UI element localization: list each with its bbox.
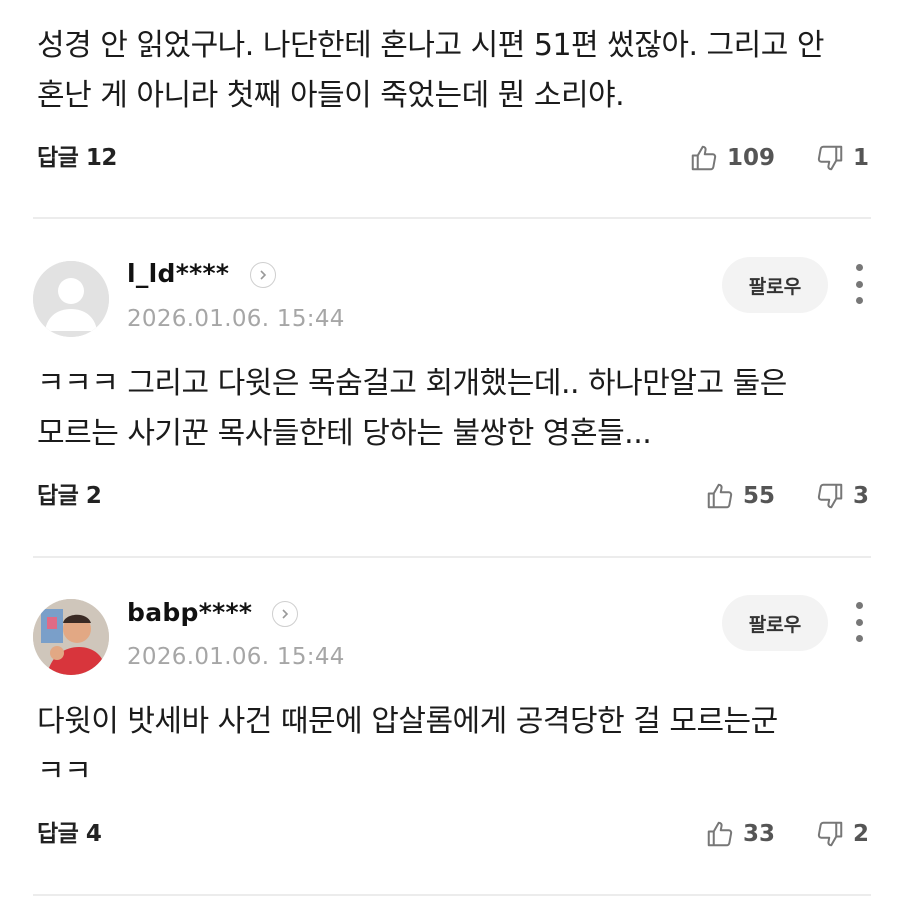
dislike-button[interactable]: 2: [815, 814, 869, 854]
comment-divider: [33, 217, 871, 219]
reply-button[interactable]: 답글 2: [37, 476, 102, 516]
like-button[interactable]: 33: [705, 814, 775, 854]
avatar[interactable]: [33, 599, 109, 675]
thumbs-up-icon: [689, 143, 719, 173]
chevron-right-icon[interactable]: [250, 262, 276, 288]
username[interactable]: babp****: [127, 598, 252, 627]
reply-button[interactable]: 답글 4: [37, 814, 102, 854]
thumbs-down-icon: [815, 819, 845, 849]
comment-footer: 답글 2 55 3: [37, 476, 870, 516]
comment-date: 2026.01.06. 15:44: [127, 644, 345, 670]
more-vertical-icon[interactable]: [852, 264, 866, 304]
comment-divider: [33, 894, 871, 896]
avatar[interactable]: [33, 261, 109, 337]
like-count: 55: [743, 483, 776, 509]
comment-text: 다윗이 밧세바 사건 때문에 압살롬에게 공격당한 걸 모르는군 ㅋㅋ: [37, 704, 778, 789]
like-button[interactable]: 55: [705, 476, 775, 516]
comment-date: 2026.01.06. 15:44: [127, 306, 345, 332]
thumbs-up-icon: [705, 819, 735, 849]
like-count: 33: [743, 821, 776, 847]
thumbs-down-icon: [815, 143, 845, 173]
thumbs-down-icon: [815, 481, 845, 511]
default-avatar-icon: [33, 261, 109, 337]
like-count: 109: [727, 145, 776, 171]
comment-divider: [33, 556, 871, 558]
dislike-count: 2: [853, 821, 870, 847]
username[interactable]: l_ld****: [127, 259, 229, 288]
follow-button[interactable]: 팔로우: [722, 257, 828, 313]
comment-text: ㅋㅋㅋ 그리고 다윗은 목숨걸고 회개했는데.. 하나만알고 둘은 모르는 사기…: [37, 366, 787, 451]
more-vertical-icon[interactable]: [852, 602, 866, 642]
follow-button[interactable]: 팔로우: [722, 595, 828, 651]
chevron-right-icon[interactable]: [272, 601, 298, 627]
reply-button[interactable]: 답글 12: [37, 138, 117, 178]
dislike-button[interactable]: 3: [815, 476, 869, 516]
comment-footer: 답글 12 109 1: [37, 138, 870, 178]
comment-text: 성경 안 읽었구나. 나단한테 혼나고 시편 51편 썼잖아. 그리고 안 혼난…: [37, 28, 824, 113]
dislike-count: 1: [853, 145, 870, 171]
dislike-button[interactable]: 1: [815, 138, 869, 178]
user-photo-avatar: [33, 599, 109, 675]
dislike-count: 3: [853, 483, 870, 509]
like-button[interactable]: 109: [689, 138, 775, 178]
thumbs-up-icon: [705, 481, 735, 511]
comment-footer: 답글 4 33 2: [37, 814, 870, 854]
